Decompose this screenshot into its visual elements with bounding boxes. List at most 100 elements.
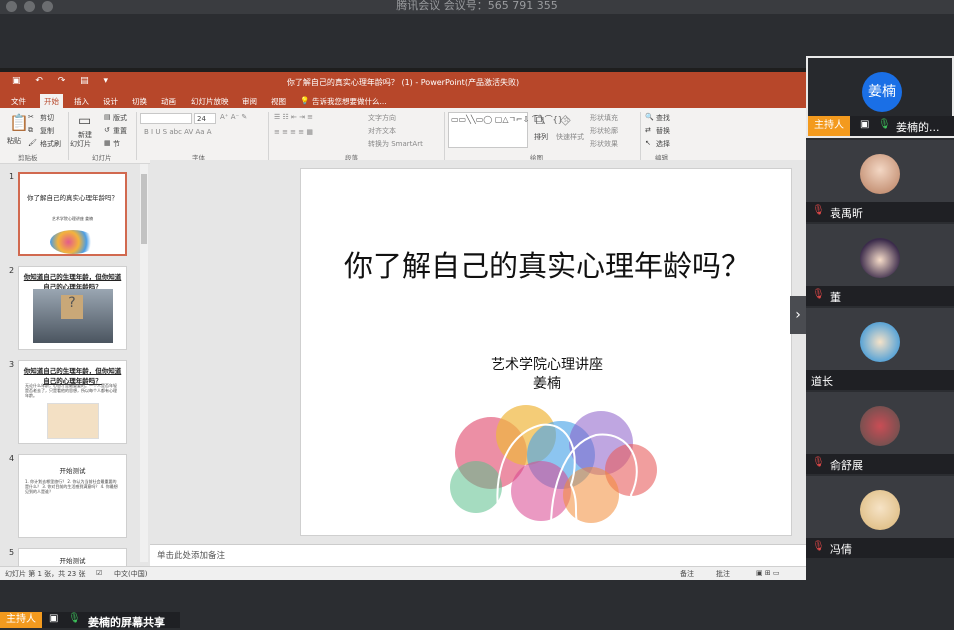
mic-icon[interactable]: 🎙 [878, 119, 891, 130]
arrange-button[interactable]: 排列 [534, 132, 548, 142]
shape-fill-button[interactable]: 形状填充 [590, 113, 618, 123]
mic-icon[interactable]: 🎙 [68, 613, 81, 624]
ribbon: 📋 粘贴 ✂ 剪切 ⧉ 复制 🖌 格式刷 剪贴板 ▭ 新建 幻灯片 ▤ 版式 ↺… [0, 108, 806, 164]
shape-outline-button[interactable]: 形状轮廓 [590, 126, 618, 136]
font-style-icons[interactable]: B I U S abc AV Aa A [144, 128, 212, 136]
scrollbar-thumb[interactable] [141, 174, 147, 244]
arrange-icon[interactable]: ⧉ [534, 112, 544, 128]
section-button[interactable]: 节 [113, 139, 120, 149]
layout-icon[interactable]: ▤ [104, 113, 111, 121]
host-badge: 主持人 [808, 116, 850, 136]
font-grow-icon[interactable]: A⁺ A⁻ ✎ [220, 113, 247, 121]
copy-icon[interactable]: ⧉ [28, 126, 33, 135]
slide-title[interactable]: 你了解自己的真实心理年龄吗？ [301, 243, 793, 285]
align-text-button[interactable]: 对齐文本 [368, 126, 396, 136]
tab-view[interactable]: 视图 [271, 96, 286, 107]
copy-button[interactable]: 复制 [40, 126, 54, 136]
paste-icon[interactable]: 📋 [9, 113, 29, 132]
slide-thumbnail[interactable]: 你了解自己的真实心理年龄吗？ 艺术学院心理讲座 姜楠 [18, 172, 127, 256]
lightbulb-icon: 💡 [300, 96, 310, 105]
participant-card[interactable]: 🎙 冯倩 [806, 476, 954, 558]
mic-muted-icon[interactable]: 🎙 [812, 457, 825, 468]
select-icon[interactable]: ↖ [645, 139, 651, 147]
language-status[interactable]: 中文(中国) [114, 569, 147, 579]
shapes-gallery[interactable]: ▭▭╲╲▭◯ ▢△ㄱ⌐⇩ ⌒╲⌒{}☆ [448, 112, 570, 148]
shapes-icons[interactable]: ▭▭╲╲▭◯ ▢△ㄱ⌐⇩ ⌒╲⌒{}☆ [451, 114, 570, 125]
format-painter-icon[interactable]: 🖌 [28, 139, 37, 147]
notes-toggle[interactable]: 备注 [680, 569, 694, 579]
reset-icon[interactable]: ↺ [104, 126, 110, 134]
paste-button[interactable]: 粘贴 [7, 136, 21, 146]
slide-thumbnails-pane: 1 你了解自己的真实心理年龄吗？ 艺术学院心理讲座 姜楠 2 你知道自己的生理年… [0, 164, 150, 576]
list-icons[interactable]: ☰ ☷ ⇤ ⇥ ≡ [274, 113, 313, 121]
tab-insert[interactable]: 插入 [74, 96, 89, 107]
smartart-button[interactable]: 转换为 SmartArt [368, 139, 423, 149]
host-badge: 主持人 [0, 612, 42, 628]
tab-animations[interactable]: 动画 [161, 96, 176, 107]
section-icon[interactable]: ▦ [104, 139, 111, 147]
participant-name: 姜楠的... [896, 121, 940, 134]
slide-count: 幻灯片 第 1 张，共 23 张 [5, 570, 86, 578]
current-slide[interactable]: 你了解自己的真实心理年龄吗？ 艺术学院心理讲座 姜楠 [300, 168, 792, 536]
search-icon[interactable]: 🔍 [645, 113, 654, 121]
quick-styles-button[interactable]: 快速样式 [556, 132, 584, 142]
tab-slideshow[interactable]: 幻灯片放映 [191, 96, 229, 107]
mic-muted-icon[interactable]: 🎙 [812, 205, 825, 216]
slide-thumbnail[interactable]: 你知道自己的生理年龄，但你知道自己的心理年龄吗？ ? [18, 266, 127, 350]
participant-card[interactable]: 道长 [806, 308, 954, 390]
group-clipboard: 剪贴板 [18, 154, 38, 162]
participants-panel: 姜楠 主持人 ▣ 🎙 姜楠的... 🎙 袁禹昕 🎙 董 道长 🎙 俞舒展 🎙 冯… [806, 56, 954, 576]
replace-button[interactable]: 替换 [656, 126, 670, 136]
collapse-panel-button[interactable]: › [790, 296, 806, 334]
select-button[interactable]: 选择 [656, 139, 670, 149]
new-slide-icon[interactable]: ▭ [78, 113, 91, 129]
slide-subtitle[interactable]: 艺术学院心理讲座 [301, 354, 793, 374]
tab-transitions[interactable]: 切换 [132, 96, 147, 107]
tab-file[interactable]: 文件 [11, 96, 26, 107]
screen-share-icon: ▣ [860, 119, 870, 130]
quick-styles-icon[interactable]: ◇ [560, 112, 571, 128]
replace-icon[interactable]: ⇄ [645, 126, 651, 134]
thumb-number: 2 [9, 266, 15, 275]
cut-button[interactable]: 剪切 [40, 113, 54, 123]
avatar [860, 238, 900, 278]
view-buttons[interactable]: ▣ ⊞ ▭ [756, 569, 780, 577]
tab-home[interactable]: 开始 [40, 94, 63, 108]
tab-design[interactable]: 设计 [103, 96, 118, 107]
align-icons[interactable]: ≡ ≡ ≡ ≡ ▦ [274, 128, 313, 136]
name-bar: 主持人 ▣ 🎙 姜楠的... [808, 116, 954, 136]
text-direction-button[interactable]: 文字方向 [368, 113, 396, 123]
avatar [860, 154, 900, 194]
divider [136, 112, 137, 160]
tell-me-search[interactable]: 告诉我您想要做什么... [312, 96, 387, 107]
notes-pane[interactable]: 单击此处添加备注 [150, 544, 806, 566]
tab-review[interactable]: 审阅 [242, 96, 257, 107]
participant-card[interactable]: 姜楠 主持人 ▣ 🎙 姜楠的... [806, 56, 954, 138]
spelling-icon[interactable]: ☑ [96, 569, 102, 577]
avatar: 姜楠 [862, 72, 902, 112]
shape-effects-button[interactable]: 形状效果 [590, 139, 618, 149]
font-name-input[interactable] [140, 113, 192, 124]
slide-author[interactable]: 姜楠 [301, 373, 793, 393]
status-bar: 幻灯片 第 1 张，共 23 张 ☑ 中文(中国) 备注 批注 ▣ ⊞ ▭ [0, 566, 806, 580]
name-bar: 🎙 董 [806, 286, 954, 306]
slide-thumbnail[interactable]: 你知道自己的生理年龄，但你知道自己的心理年龄吗？ 无论什么年龄，心态才是最重要的… [18, 360, 127, 444]
new-slide-label[interactable]: 幻灯片 [70, 139, 91, 149]
thumbnails-scrollbar[interactable] [140, 164, 148, 562]
participant-card[interactable]: 🎙 俞舒展 [806, 392, 954, 474]
font-size-input[interactable]: 24 [194, 113, 216, 124]
mic-muted-icon[interactable]: 🎙 [812, 289, 825, 300]
find-button[interactable]: 查找 [656, 113, 670, 123]
notes-placeholder: 单击此处添加备注 [157, 551, 226, 561]
format-painter-button[interactable]: 格式刷 [40, 139, 61, 149]
cut-icon[interactable]: ✂ [28, 113, 34, 121]
layout-button[interactable]: 版式 [113, 113, 127, 123]
watercolor-heads-illustration [450, 405, 657, 527]
meeting-title: 腾讯会议 会议号：565 791 355 [396, 0, 558, 12]
slide-thumbnail[interactable]: 开始测试 1. 你计划去哪里旅行？ 2. 你认为当前社会最重要的是什么？ 3. … [18, 454, 127, 538]
comments-toggle[interactable]: 批注 [716, 569, 730, 579]
participant-card[interactable]: 🎙 袁禹昕 [806, 140, 954, 222]
participant-card[interactable]: 🎙 董 [806, 224, 954, 306]
mic-muted-icon[interactable]: 🎙 [812, 541, 825, 552]
reset-button[interactable]: 重置 [113, 126, 127, 136]
